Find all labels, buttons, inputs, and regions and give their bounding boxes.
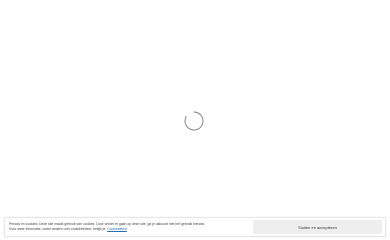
cookie-notice-bar: Privacy en cookies: Deze site maakt gebr… bbox=[4, 217, 386, 237]
loading-spinner-icon bbox=[183, 110, 205, 132]
page: Privacy en cookies: Deze site maakt gebr… bbox=[0, 0, 390, 240]
cookie-notice-line-2: Voor meer informatie, onder andere over … bbox=[9, 227, 249, 232]
cookie-policy-link[interactable]: Cookiebeleid bbox=[107, 227, 127, 231]
cookie-notice-text: Privacy en cookies: Deze site maakt gebr… bbox=[5, 222, 249, 232]
close-and-accept-button[interactable]: Sluiten en accepteren bbox=[253, 220, 382, 234]
cookie-notice-line-2-text: Voor meer informatie, onder andere over … bbox=[9, 227, 107, 231]
